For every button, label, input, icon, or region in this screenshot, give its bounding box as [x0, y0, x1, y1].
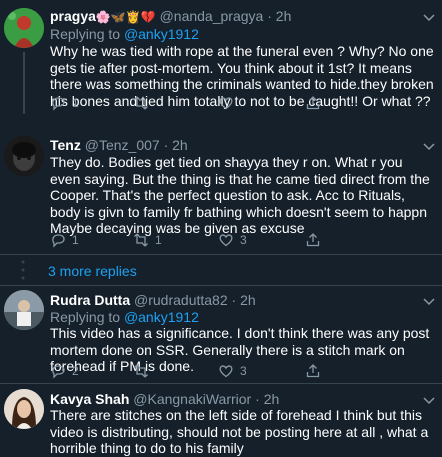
share-button[interactable] — [305, 363, 321, 379]
retweet-button[interactable] — [133, 363, 155, 379]
user-handle[interactable]: @Tenz_007 — [85, 137, 160, 153]
avatar[interactable] — [4, 290, 44, 330]
more-replies-link[interactable]: 3 more replies — [48, 263, 137, 279]
reply-count: 2 — [72, 364, 79, 378]
retweet-icon — [134, 96, 148, 110]
reply-count: 1 — [72, 96, 79, 110]
user-handle[interactable]: @nanda_pragya — [160, 8, 264, 24]
timestamp[interactable]: 2h — [264, 391, 280, 407]
avatar[interactable] — [4, 136, 44, 176]
chevron-down-icon[interactable] — [422, 139, 436, 153]
share-button[interactable] — [305, 95, 321, 111]
chevron-down-icon[interactable] — [422, 10, 436, 24]
share-icon — [306, 96, 320, 110]
reply-button[interactable]: 2 — [50, 363, 79, 379]
tweet-tenz[interactable]: Tenz @Tenz_007 · 2h They do. Bodies get … — [0, 128, 442, 253]
ellipsis-icon — [21, 260, 25, 280]
heart-icon — [219, 97, 233, 110]
share-icon — [306, 233, 320, 247]
replying-to: Replying to @anky1912 — [50, 308, 199, 326]
name-emoji: 🌸🦋👸💔 — [95, 10, 156, 24]
tweet-actions: 2 3 — [50, 363, 380, 383]
tweet-actions: 1 — [50, 95, 380, 115]
like-button[interactable] — [218, 95, 240, 111]
reply-button[interactable]: 1 — [50, 232, 79, 248]
heart-icon — [219, 365, 233, 378]
separator: · — [255, 391, 260, 407]
replying-to-prefix: Replying to — [50, 309, 124, 325]
reply-button[interactable]: 1 — [50, 95, 79, 111]
retweet-button[interactable]: 1 — [133, 232, 162, 248]
tweet-pragya[interactable]: pragya🌸🦋👸💔 @nanda_pragya · 2h Replying t… — [0, 0, 442, 120]
separator: · — [231, 292, 237, 308]
mention-link[interactable]: @anky1912 — [124, 309, 199, 325]
divider — [0, 254, 442, 255]
tweet-kavya-shah[interactable]: Kavya Shah @KangnakiWarrior · 2h There a… — [0, 383, 442, 456]
user-handle[interactable]: @KangnakiWarrior — [133, 391, 251, 407]
retweet-button[interactable] — [133, 95, 155, 111]
chevron-down-icon[interactable] — [422, 294, 436, 308]
display-name[interactable]: Kavya Shah — [50, 391, 129, 407]
like-count: 3 — [240, 233, 247, 247]
retweet-icon — [134, 233, 148, 247]
user-handle[interactable]: @rudradutta82 — [134, 292, 228, 308]
retweet-count: 1 — [155, 233, 162, 247]
tweet-text: They do. Bodies get tied on shayya they … — [50, 154, 436, 237]
tweet-header: pragya🌸🦋👸💔 @nanda_pragya · 2h — [50, 7, 291, 26]
tweet-actions: 1 1 3 — [50, 232, 380, 252]
separator: · — [267, 8, 272, 24]
timestamp[interactable]: 2h — [276, 8, 292, 24]
display-name[interactable]: Rudra Dutta — [50, 292, 130, 308]
mention-link[interactable]: @anky1912 — [124, 26, 199, 42]
tweet-rudra-dutta[interactable]: Rudra Dutta @rudradutta82 · 2h Replying … — [0, 285, 442, 380]
separator: · — [163, 137, 169, 153]
replying-to-prefix: Replying to — [50, 26, 124, 42]
reply-count: 1 — [72, 233, 79, 247]
replying-to: Replying to @anky1912 — [50, 25, 199, 43]
reply-icon — [52, 234, 65, 248]
heart-icon — [219, 234, 233, 247]
avatar[interactable] — [4, 8, 44, 48]
tweet-text: There are stitches on the left side of f… — [50, 407, 429, 456]
display-name[interactable]: pragya — [50, 8, 96, 24]
tweet-text-line: They do. Bodies get tied on shayya they … — [50, 154, 430, 220]
reply-icon — [52, 97, 65, 111]
timestamp[interactable]: 2h — [240, 292, 256, 308]
tweet-header: Rudra Dutta @rudradutta82 · 2h — [50, 291, 256, 309]
tweet-header: Kavya Shah @KangnakiWarrior · 2h — [50, 390, 279, 408]
like-button[interactable]: 3 — [218, 232, 247, 248]
timestamp[interactable]: 2h — [172, 137, 188, 153]
share-button[interactable] — [305, 232, 321, 248]
display-name[interactable]: Tenz — [50, 137, 81, 153]
like-count: 3 — [240, 364, 247, 378]
reply-icon — [52, 365, 65, 379]
like-button[interactable]: 3 — [218, 363, 247, 379]
share-icon — [306, 364, 320, 378]
avatar[interactable] — [4, 389, 44, 429]
retweet-icon — [134, 364, 148, 378]
chevron-down-icon[interactable] — [422, 393, 436, 407]
tweet-header: Tenz @Tenz_007 · 2h — [50, 136, 188, 154]
thread-line — [23, 52, 25, 114]
